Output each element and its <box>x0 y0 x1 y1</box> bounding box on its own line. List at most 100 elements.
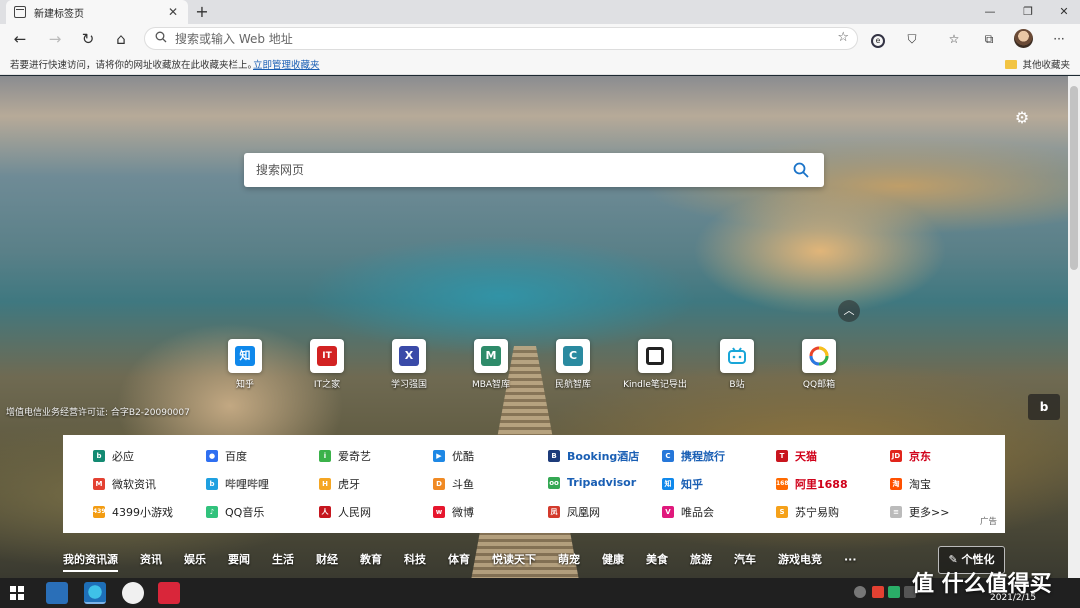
address-input[interactable] <box>175 31 815 46</box>
tab-category[interactable]: 萌宠 <box>558 551 580 567</box>
close-window-button[interactable]: ✕ <box>1046 0 1080 24</box>
site-link[interactable]: ♪ QQ音乐 <box>206 504 264 520</box>
web-search-input[interactable] <box>256 163 790 177</box>
folder-icon <box>1005 59 1018 69</box>
site-link[interactable]: w 微博 <box>433 504 474 520</box>
address-bar[interactable]: ☆ <box>144 27 858 50</box>
site-link[interactable]: 人人民网 <box>319 504 371 520</box>
more-sites-link[interactable]: ≡ 更多>> <box>890 504 949 520</box>
site-link[interactable]: 凤凤凰网 <box>548 504 600 520</box>
quick-link-minhang[interactable]: C 民航智库 <box>528 339 618 390</box>
other-favorites-folder[interactable]: 其他收藏夹 <box>1005 57 1070 71</box>
ifeng-icon: 凤 <box>548 506 560 518</box>
shield-extension-icon[interactable]: ⛉ <box>902 29 922 49</box>
add-favorite-icon[interactable]: ☆ <box>837 30 849 45</box>
close-tab-icon[interactable]: ✕ <box>166 5 180 19</box>
site-link[interactable]: oo Tripadvisor <box>548 476 636 489</box>
site-link[interactable]: JD 京东 <box>890 448 931 464</box>
extension-icon[interactable]: e <box>868 29 888 49</box>
tray-icon[interactable] <box>854 586 866 598</box>
tab-category[interactable]: 体育 <box>448 551 470 567</box>
quick-link-bilibili[interactable]: B站 <box>692 339 782 390</box>
home-button[interactable]: ⌂ <box>109 28 133 50</box>
quick-link-ithome[interactable]: IT IT之家 <box>282 339 372 390</box>
taskbar-app-icon[interactable] <box>158 582 180 604</box>
tab-category[interactable]: 要闻 <box>228 551 250 567</box>
tab-category[interactable]: 资讯 <box>140 551 162 567</box>
site-link[interactable]: b 必应 <box>93 448 134 464</box>
collapse-quick-links-chevron-icon[interactable]: ︿ <box>838 300 860 322</box>
taobao-icon: 淘 <box>890 478 902 490</box>
site-link[interactable]: D 斗鱼 <box>433 476 474 492</box>
tab-new-tab[interactable]: 新建标签页 ✕ <box>6 0 188 24</box>
new-tab-button[interactable]: + <box>193 2 211 22</box>
tab-category[interactable]: 美食 <box>646 551 668 567</box>
site-link[interactable]: S 苏宁易购 <box>776 504 839 520</box>
site-link[interactable]: i 爱奇艺 <box>319 448 371 464</box>
site-link[interactable]: ● 百度 <box>206 448 247 464</box>
huya-icon: H <box>319 478 331 490</box>
search-submit-icon[interactable] <box>790 159 812 181</box>
tab-category[interactable]: 生活 <box>272 551 294 567</box>
windows-start-icon[interactable] <box>10 586 24 600</box>
more-categories-button[interactable]: ··· <box>844 553 857 566</box>
edge-icon[interactable] <box>84 582 106 604</box>
tab-category[interactable]: 财经 <box>316 551 338 567</box>
tab-category[interactable]: 悦读天下 <box>492 551 536 567</box>
site-link[interactable]: 1688 阿里1688 <box>776 476 848 492</box>
forward-button[interactable]: → <box>43 28 67 50</box>
bing-icon[interactable]: b <box>1028 394 1060 420</box>
site-link[interactable]: ▶ 优酷 <box>433 448 474 464</box>
taskbar-app-icon[interactable] <box>46 582 68 604</box>
ithome-icon: IT <box>317 346 337 366</box>
zhihu-icon: 知 <box>662 478 674 490</box>
site-link[interactable]: 知知乎 <box>662 476 703 492</box>
web-search-box[interactable] <box>244 153 824 187</box>
tab-category[interactable]: 健康 <box>602 551 624 567</box>
scrollbar-thumb[interactable] <box>1070 86 1078 270</box>
quick-link-mba[interactable]: M MBA智库 <box>446 339 536 390</box>
tray-icon[interactable] <box>872 586 884 598</box>
back-button[interactable]: ← <box>8 28 32 50</box>
quick-link-kindle[interactable]: Kindle笔记导出 <box>610 339 700 390</box>
favorites-icon[interactable]: ☆ <box>944 29 964 49</box>
site-link[interactable]: V 唯品会 <box>662 504 714 520</box>
tab-category[interactable]: 教育 <box>360 551 382 567</box>
maximize-window-button[interactable]: ❐ <box>1010 0 1046 24</box>
jd-icon: JD <box>890 450 902 462</box>
new-tab-page-icon <box>14 6 26 18</box>
tab-category[interactable]: 游戏电竞 <box>778 551 822 567</box>
collections-icon[interactable]: ⧉ <box>979 29 999 49</box>
booking-icon: B <box>548 450 560 462</box>
tab-category[interactable]: 科技 <box>404 551 426 567</box>
site-link[interactable]: B Booking酒店 <box>548 448 639 464</box>
minimize-window-button[interactable]: — <box>972 0 1008 24</box>
taskbar-app-icon[interactable] <box>122 582 144 604</box>
quick-link-zhihu[interactable]: 知 知乎 <box>200 339 290 390</box>
tab-category[interactable]: 旅游 <box>690 551 712 567</box>
site-link[interactable]: b 哔哩哔哩 <box>206 476 269 492</box>
youku-icon: ▶ <box>433 450 445 462</box>
manage-favorites-link[interactable]: 立即管理收藏夹 <box>253 57 320 71</box>
refresh-button[interactable]: ↻ <box>76 28 100 50</box>
tab-category[interactable]: 汽车 <box>734 551 756 567</box>
site-link[interactable]: H 虎牙 <box>319 476 360 492</box>
site-link[interactable]: T 天猫 <box>776 448 817 464</box>
site-link[interactable]: 4399 4399小游戏 <box>93 504 173 520</box>
favorites-bar-hint: 若要进行快速访问，请将你的网址收藏放在此收藏夹栏上。 <box>10 60 258 71</box>
site-link[interactable]: C 携程旅行 <box>662 448 725 464</box>
quick-link-xuexi[interactable]: X 学习强国 <box>364 339 454 390</box>
taskbar-clock: 2021/2/15 <box>990 593 1037 603</box>
profile-avatar[interactable] <box>1014 29 1033 48</box>
site-link[interactable]: M 微软资讯 <box>93 476 156 492</box>
more-menu-icon[interactable]: ··· <box>1049 29 1069 49</box>
page-scrollbar[interactable] <box>1068 76 1080 578</box>
page-settings-gear-icon[interactable]: ⚙ <box>1012 108 1032 128</box>
ad-label: 广告 <box>979 517 997 527</box>
quick-link-qqmail[interactable]: QQ邮箱 <box>774 339 864 390</box>
tab-my-feed[interactable]: 我的资讯源 <box>63 551 118 572</box>
tab-category[interactable]: 娱乐 <box>184 551 206 567</box>
wechat-tray-icon[interactable] <box>888 586 900 598</box>
site-link[interactable]: 淘淘宝 <box>890 476 931 492</box>
zhihu-icon: 知 <box>235 346 255 366</box>
